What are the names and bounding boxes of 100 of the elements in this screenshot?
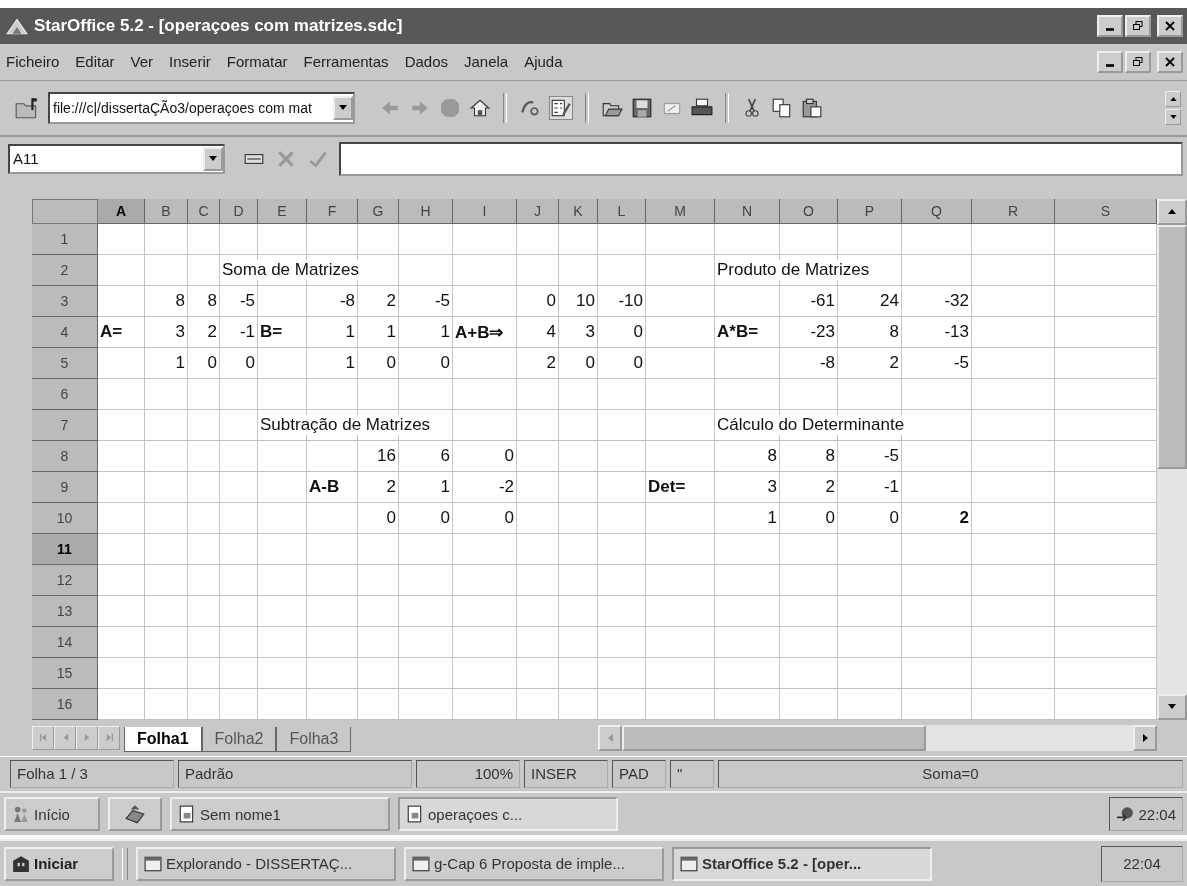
paste-icon[interactable] xyxy=(801,96,823,119)
column-header[interactable]: G xyxy=(358,198,399,224)
scroll-down-button[interactable] xyxy=(1165,108,1181,125)
column-header[interactable]: F xyxy=(307,198,358,224)
scroll-up-button[interactable] xyxy=(1165,90,1181,107)
column-header[interactable]: I xyxy=(453,198,517,224)
arrow-down-icon xyxy=(1168,704,1176,710)
url-field[interactable]: file:///c|/dissertaÇÃo3/operaçoes com mat xyxy=(48,91,355,124)
menu-item[interactable]: Dados xyxy=(404,53,448,71)
task-button[interactable]: StarOffice 5.2 - [oper... xyxy=(672,846,932,881)
restore-icon xyxy=(1133,56,1143,67)
horizontal-scrollbar[interactable] xyxy=(598,724,1157,751)
close-button[interactable] xyxy=(1157,14,1183,37)
minimize-button[interactable] xyxy=(1097,14,1123,37)
window-title: StarOffice 5.2 - [operaçoes com matrizes.sdc] xyxy=(34,15,403,36)
column-header[interactable]: R xyxy=(972,198,1055,224)
status-field: Soma=0 xyxy=(718,759,1183,788)
name-box[interactable]: A11 xyxy=(8,143,225,174)
scroll-thumb[interactable] xyxy=(1157,224,1187,469)
select-all-button[interactable] xyxy=(32,198,98,224)
column-header[interactable]: E xyxy=(258,198,307,224)
window-icon xyxy=(412,854,430,873)
save-icon[interactable] xyxy=(631,96,653,119)
row-header[interactable]: 13 xyxy=(32,595,98,627)
row-header[interactable]: 15 xyxy=(32,657,98,689)
dropdown-button[interactable] xyxy=(203,146,223,171)
task-button[interactable]: Sem nome1 xyxy=(170,797,390,832)
task-button[interactable]: Explorando - DISSERTAÇ... xyxy=(136,846,396,881)
close-icon xyxy=(1165,56,1175,67)
row-header[interactable]: 3 xyxy=(32,285,98,317)
row-header[interactable]: 14 xyxy=(32,626,98,658)
row-header[interactable]: 6 xyxy=(32,378,98,410)
row-header[interactable]: 4 xyxy=(32,316,98,348)
minimize-button[interactable] xyxy=(1097,50,1123,73)
menu-item[interactable]: Inserir xyxy=(169,53,211,71)
scroll-right-button[interactable] xyxy=(1133,724,1157,751)
scroll-up-button[interactable] xyxy=(1157,198,1187,225)
scroll-down-button[interactable] xyxy=(1157,693,1187,720)
arrow-right-icon xyxy=(1142,733,1148,742)
column-header[interactable]: S xyxy=(1055,198,1157,224)
maximize-button[interactable] xyxy=(1125,14,1151,37)
dropdown-button[interactable] xyxy=(333,95,353,120)
menu-item[interactable]: Editar xyxy=(75,53,115,71)
column-header[interactable]: A xyxy=(98,198,145,224)
section-title: Subtração de Matrizes xyxy=(260,415,431,436)
menu-item[interactable]: Ver xyxy=(130,53,154,71)
task-button[interactable]: g-Cap 6 Proposta de imple... xyxy=(404,846,664,881)
close-button[interactable] xyxy=(1157,50,1183,73)
column-header[interactable]: K xyxy=(559,198,598,224)
start-button[interactable]: Iniciar xyxy=(4,846,114,881)
figures-icon xyxy=(12,805,30,824)
copy-icon[interactable] xyxy=(771,96,793,119)
start-button[interactable]: Início xyxy=(4,797,100,832)
close-icon xyxy=(1165,20,1175,31)
column-header[interactable]: C xyxy=(188,198,220,224)
column-header[interactable]: B xyxy=(145,198,188,224)
vertical-scrollbar[interactable] xyxy=(1157,198,1187,720)
clock: 22:04 xyxy=(1138,805,1176,823)
menu-item[interactable]: Formatar xyxy=(226,53,288,71)
sheet-tab[interactable]: Folha3 xyxy=(276,726,352,752)
restore-button[interactable] xyxy=(1125,50,1151,73)
minimize-icon xyxy=(1106,63,1114,67)
arrow-down-icon xyxy=(1169,114,1177,119)
menu-item[interactable]: Ficheiro xyxy=(6,53,60,71)
status-field: 100% xyxy=(416,759,520,788)
column-header[interactable]: O xyxy=(780,198,838,224)
formula-input-field[interactable] xyxy=(339,141,1183,176)
column-header[interactable]: P xyxy=(838,198,902,224)
column-header[interactable]: J xyxy=(517,198,559,224)
row-header[interactable]: 16 xyxy=(32,688,98,720)
task-button[interactable]: operaçoes c... xyxy=(398,797,618,832)
row-header[interactable]: 1 xyxy=(32,223,98,255)
column-header[interactable]: H xyxy=(399,198,453,224)
sheet-tab[interactable]: Folha1 xyxy=(124,726,202,752)
status-field: " xyxy=(670,759,714,788)
scroll-thumb[interactable] xyxy=(622,724,926,751)
status-field: Padrão xyxy=(178,759,412,788)
arrow-icon xyxy=(38,733,48,743)
clock: 22:04 xyxy=(1101,845,1183,882)
menu-item[interactable]: Ajuda xyxy=(524,53,563,71)
row-header[interactable]: 10 xyxy=(32,502,98,534)
row-header[interactable]: 11 xyxy=(32,533,98,565)
column-header[interactable]: Q xyxy=(902,198,972,224)
column-header[interactable]: L xyxy=(598,198,646,224)
row-header[interactable]: 2 xyxy=(32,254,98,286)
row-header[interactable]: 5 xyxy=(32,347,98,379)
sheet-tab[interactable]: Folha2 xyxy=(201,726,277,752)
section-title: Soma de Matrizes xyxy=(222,260,359,281)
row-header[interactable]: 12 xyxy=(32,564,98,596)
column-header[interactable]: D xyxy=(220,198,258,224)
row-header[interactable]: 7 xyxy=(32,409,98,441)
row-header[interactable]: 8 xyxy=(32,440,98,472)
section-title: Cálculo do Determinante xyxy=(717,415,905,436)
column-header[interactable]: N xyxy=(715,198,780,224)
desktop-button[interactable] xyxy=(108,797,162,832)
form-edit-icon[interactable] xyxy=(549,95,573,120)
column-header[interactable]: M xyxy=(646,198,715,224)
menu-item[interactable]: Janela xyxy=(464,53,509,71)
row-header[interactable]: 9 xyxy=(32,471,98,503)
menu-item[interactable]: Ferramentas xyxy=(303,53,389,71)
